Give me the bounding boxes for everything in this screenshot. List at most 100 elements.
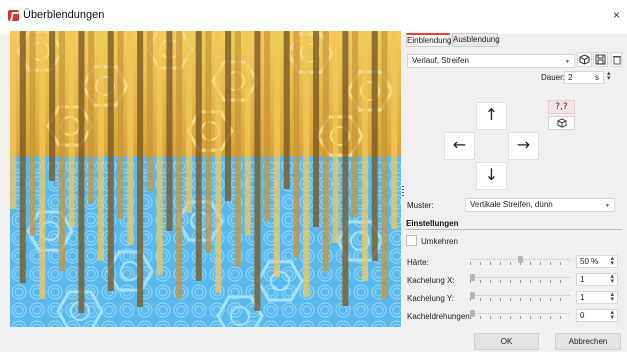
tiling-x-label: Kachelung X: — [407, 276, 455, 285]
slider-ticks — [470, 316, 570, 319]
tiling-x-input[interactable]: 1 ▴ ▾ — [576, 273, 618, 286]
duration-spin-arrows[interactable]: ▴ ▾ — [607, 70, 611, 82]
preview-stripe — [225, 31, 232, 201]
duration-label: Dauer: — [541, 73, 566, 82]
preview-stripe — [97, 31, 105, 261]
preview-stripe — [19, 31, 26, 283]
hardness-label: Härte: — [407, 258, 429, 267]
preview-stripe — [215, 31, 222, 293]
cancel-button[interactable]: Abbrechen — [555, 333, 621, 350]
direction-left-button[interactable]: ← — [444, 132, 475, 160]
pattern-label: Muster: — [407, 201, 434, 210]
preview-stripe — [156, 31, 163, 275]
tile-rotation-label: Kacheldrehungen: — [407, 312, 472, 321]
tiling-y-value: 1 — [580, 293, 585, 302]
preview-stripe — [49, 31, 56, 181]
tiling-x-slider[interactable] — [470, 274, 570, 284]
tile-rotation-spin-arrows[interactable]: ▴ ▾ — [610, 309, 614, 321]
close-icon[interactable]: × — [613, 8, 620, 22]
preview-stripe — [244, 31, 251, 235]
preview-stripe — [283, 31, 290, 189]
chevron-down-icon: ▼ — [565, 59, 570, 65]
title-bar: Überblendungen × — [0, 0, 627, 34]
preview-stripe — [58, 31, 65, 271]
invert-checkbox[interactable] — [406, 235, 417, 246]
slider-ticks — [470, 280, 570, 283]
preview-stripe — [352, 31, 359, 217]
direction-up-button[interactable]: ↑ — [476, 102, 507, 130]
preview-stripe — [303, 31, 310, 297]
delete-button[interactable] — [611, 52, 622, 67]
preview-stripe — [78, 31, 85, 313]
slider-thumb[interactable] — [517, 256, 523, 263]
tile-rotation-slider[interactable] — [470, 310, 570, 320]
preview-stripe — [264, 31, 271, 221]
transition-select[interactable]: Verlauf, Streifen ▼ — [407, 54, 575, 68]
tiling-x-value: 1 — [580, 275, 585, 284]
slider-ticks — [470, 298, 570, 301]
tab-einblendung[interactable]: Einblendung — [406, 33, 451, 47]
preview-stripe — [254, 31, 261, 311]
preview-stripe — [391, 31, 398, 229]
duration-input[interactable]: 2 s — [564, 71, 604, 84]
preview-stripe — [195, 31, 202, 281]
preview-stripe — [361, 31, 368, 281]
trash-icon — [612, 55, 621, 64]
hardness-spin-arrows[interactable]: ▴ ▾ — [610, 255, 614, 267]
cube-icon — [556, 118, 567, 128]
slider-thumb[interactable] — [470, 310, 475, 317]
preview-stripe — [10, 31, 17, 209]
preview-stripe — [234, 31, 241, 267]
preview-image — [10, 31, 401, 327]
tile-rotation-input[interactable]: 0 ▴ ▾ — [576, 309, 618, 322]
save-button[interactable] — [593, 52, 608, 67]
preview-stripe — [107, 31, 114, 291]
tiling-y-spin-arrows[interactable]: ▴ ▾ — [610, 291, 614, 303]
tiling-y-label: Kachelung Y: — [407, 294, 455, 303]
tab-ausblendung[interactable]: Ausblendung — [452, 33, 500, 47]
preview-stripe — [273, 31, 280, 277]
hardness-slider[interactable] — [470, 256, 570, 266]
app-icon — [8, 10, 19, 21]
preview-stripe — [146, 31, 153, 191]
tiling-y-input[interactable]: 1 ▴ ▾ — [576, 291, 618, 304]
slider-thumb[interactable] — [470, 292, 475, 299]
tiling-x-spin-arrows[interactable]: ▴ ▾ — [610, 273, 614, 285]
preview-stripe — [88, 31, 95, 203]
direction-right-button[interactable]: → — [508, 132, 539, 160]
hardness-input[interactable]: 50 % ▴ ▾ — [576, 255, 618, 268]
slider-track — [470, 313, 570, 314]
cube-icon — [579, 54, 590, 65]
preview-stripe — [68, 31, 75, 227]
cube-direction-button[interactable] — [548, 116, 575, 130]
splitter-grip[interactable] — [402, 186, 404, 196]
duration-unit: s — [595, 73, 599, 82]
preview-stripe — [176, 31, 183, 299]
slider-thumb[interactable] — [470, 274, 475, 281]
pattern-select[interactable]: Vertikale Streifen, dünn ▼ — [465, 198, 615, 212]
invert-label: Umkehren — [421, 237, 458, 246]
preview-stripe — [127, 31, 134, 245]
slider-track — [470, 277, 570, 278]
preview-stripe — [322, 31, 329, 271]
random-direction-button[interactable]: ?,? — [548, 100, 575, 114]
preview-stripe — [166, 31, 173, 231]
direction-down-button[interactable]: ↓ — [476, 162, 507, 190]
hardness-value: 50 % — [580, 257, 599, 266]
preview-stripe — [137, 31, 144, 307]
slider-track — [470, 295, 570, 296]
ok-button[interactable]: OK — [474, 333, 539, 350]
chevron-down-icon: ▼ — [605, 203, 610, 209]
preview-stripe — [39, 31, 46, 299]
settings-title: Einstellungen — [406, 219, 459, 228]
tiling-y-slider[interactable] — [470, 292, 570, 302]
settings-divider — [406, 229, 622, 230]
transition-preview — [10, 31, 401, 327]
preview-stripe — [205, 31, 212, 253]
save-icon — [595, 54, 606, 65]
transition-select-value: Verlauf, Streifen — [412, 56, 469, 65]
cube-button[interactable] — [577, 52, 592, 67]
window-title: Überblendungen — [23, 9, 105, 21]
preview-stripe — [293, 31, 300, 257]
preview-stripe — [342, 31, 349, 306]
